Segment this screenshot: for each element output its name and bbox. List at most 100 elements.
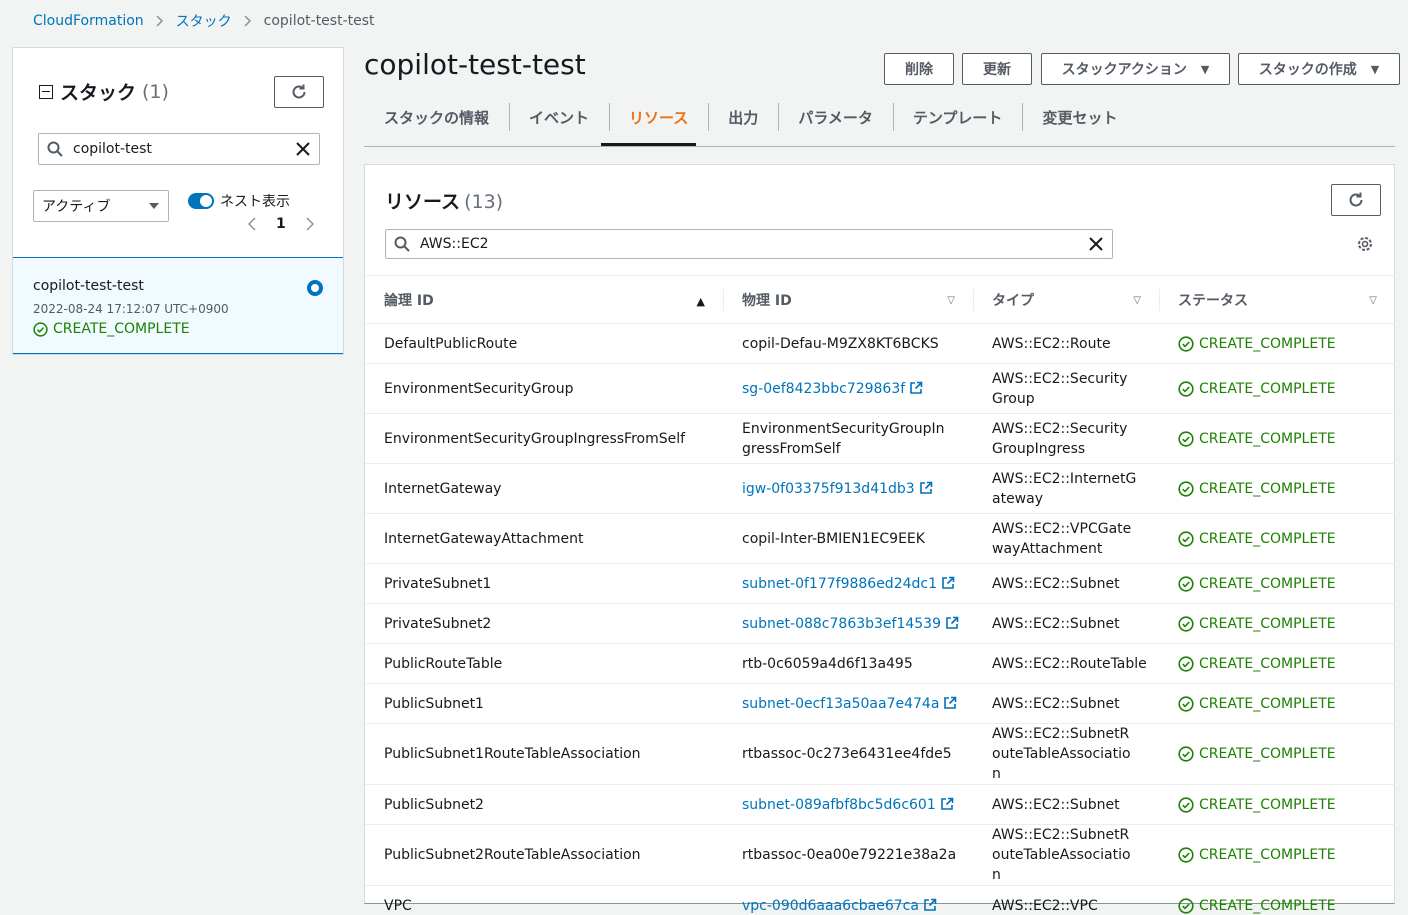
table-row[interactable]: PrivateSubnet1 subnet-0f177f9886ed24dc1 AW…	[365, 563, 1395, 604]
nested-view-toggle[interactable]	[188, 193, 214, 209]
type-text: AWS::EC2::VPCGatewayAttachment	[992, 520, 1132, 557]
physical-id-link[interactable]: subnet-088c7863b3ef14539	[742, 616, 941, 632]
cell-type: AWS::EC2::Subnet	[973, 784, 1159, 825]
update-button-label: 更新	[983, 62, 1011, 78]
tab-outputs[interactable]: 出力	[708, 101, 778, 133]
tab-change-sets[interactable]: 変更セット	[1022, 101, 1137, 133]
cell-logical-id: PrivateSubnet2	[365, 603, 723, 644]
table-row[interactable]: EnvironmentSecurityGroup sg-0ef8423bbc729…	[365, 363, 1395, 414]
collapse-icon[interactable]	[39, 84, 53, 99]
cell-physical-id[interactable]: subnet-0f177f9886ed24dc1	[723, 563, 973, 604]
cell-type: AWS::EC2::VPC	[973, 885, 1159, 915]
column-header-logical-id[interactable]: 論理 ID ▲	[365, 276, 723, 324]
stack-status-text: CREATE_COMPLETE	[53, 321, 190, 337]
cell-type: AWS::EC2::SecurityGroupIngress	[973, 413, 1159, 464]
type-text: AWS::EC2::VPC	[992, 897, 1098, 914]
physical-id-link[interactable]: subnet-089afbf8bc5d6c601	[742, 797, 936, 813]
table-row[interactable]: PublicRouteTable rtb-0c6059a4d6f13a495 AWS…	[365, 643, 1395, 684]
stack-select-radio[interactable]	[307, 280, 323, 296]
table-row[interactable]: PublicSubnet2RouteTableAssociation rtbass…	[365, 824, 1395, 886]
chevron-right-icon[interactable]	[306, 217, 314, 231]
table-row[interactable]: VPC vpc-090d6aaa6cbae67ca AWS::EC2::VPC CRE…	[365, 885, 1395, 915]
stacks-panel: スタック (1) copilot-test アクティブ ネスト表示 1 copi…	[12, 47, 344, 355]
stacks-refresh-button[interactable]	[274, 76, 324, 108]
physical-id-link[interactable]: igw-0f03375f913d41db3	[742, 481, 915, 497]
physical-id-link[interactable]: subnet-0ecf13a50aa7e474a	[742, 696, 939, 712]
external-link-icon	[940, 797, 954, 810]
cell-physical-id[interactable]: subnet-089afbf8bc5d6c601	[723, 784, 973, 825]
table-row[interactable]: DefaultPublicRoute copil-Defau-M9ZX8KT6BC…	[365, 323, 1395, 364]
external-link-icon	[946, 616, 959, 629]
external-link-icon	[942, 576, 955, 589]
cell-physical-id[interactable]: vpc-090d6aaa6cbae67ca	[723, 885, 973, 915]
column-header-status[interactable]: ステータス ▽	[1159, 276, 1395, 324]
physical-id-text: copil-Defau-M9ZX8KT6BCKS	[742, 335, 939, 352]
cell-logical-id: PublicSubnet1RouteTableAssociation	[365, 723, 723, 785]
chevron-left-icon[interactable]	[248, 217, 256, 231]
check-circle-icon	[1178, 847, 1194, 863]
cell-logical-id: PublicRouteTable	[365, 643, 723, 684]
physical-id-text: rtbassoc-0c273e6431ee4fde5	[742, 746, 952, 762]
stacks-search-input[interactable]: copilot-test	[38, 133, 320, 165]
cell-status: CREATE_COMPLETE	[1159, 723, 1395, 785]
stack-list-item[interactable]: copilot-test-test 2022-08-24 17:12:07 UT…	[13, 257, 343, 354]
breadcrumb-cloudformation-link[interactable]: CloudFormation	[33, 13, 144, 29]
table-row[interactable]: PublicSubnet2 subnet-089afbf8bc5d6c601 AWS…	[365, 784, 1395, 825]
cell-physical-id[interactable]: subnet-0ecf13a50aa7e474a	[723, 683, 973, 724]
cell-logical-id: VPC	[365, 885, 723, 915]
status-indicator: CREATE_COMPLETE	[1178, 429, 1395, 449]
tab-events[interactable]: イベント	[509, 101, 609, 133]
physical-id-link[interactable]: subnet-0f177f9886ed24dc1	[742, 576, 937, 592]
cell-logical-id: EnvironmentSecurityGroup	[365, 363, 723, 414]
status-indicator: CREATE_COMPLETE	[1178, 654, 1395, 674]
tab-template[interactable]: テンプレート	[892, 101, 1023, 133]
table-row[interactable]: InternetGateway igw-0f03375f913d41db3 AWS:…	[365, 463, 1395, 514]
tab-stack-info[interactable]: スタックの情報	[364, 101, 509, 133]
table-row[interactable]: PublicSubnet1 subnet-0ecf13a50aa7e474a AWS…	[365, 683, 1395, 724]
cell-physical-id[interactable]: sg-0ef8423bbc729863f	[723, 363, 973, 414]
physical-id-link[interactable]: vpc-090d6aaa6cbae67ca	[742, 898, 919, 914]
cell-physical-id[interactable]: subnet-088c7863b3ef14539	[723, 603, 973, 644]
tab-resources[interactable]: リソース	[609, 101, 708, 133]
stacks-pagination: 1	[248, 216, 314, 232]
logical-id-text: PublicSubnet2RouteTableAssociation	[384, 847, 641, 863]
cell-status: CREATE_COMPLETE	[1159, 323, 1395, 364]
create-stack-button[interactable]: スタックの作成 ▼	[1238, 53, 1400, 85]
refresh-icon	[292, 84, 306, 99]
caret-down-icon	[149, 203, 159, 209]
table-header-row: 論理 ID ▲ 物理 ID ▽ タイプ ▽ ステータス ▽	[365, 275, 1395, 324]
search-icon	[47, 141, 63, 157]
status-text: CREATE_COMPLETE	[1199, 480, 1336, 497]
close-icon[interactable]	[295, 141, 311, 157]
cell-status: CREATE_COMPLETE	[1159, 603, 1395, 644]
page-number[interactable]: 1	[276, 216, 286, 232]
check-circle-icon	[1178, 335, 1194, 352]
stack-actions-button[interactable]: スタックアクション ▼	[1041, 53, 1230, 85]
table-row[interactable]: EnvironmentSecurityGroupIngressFromSelf E…	[365, 413, 1395, 464]
breadcrumb: CloudFormation スタック copilot-test-test	[33, 11, 375, 31]
resources-search-input[interactable]: AWS::EC2	[385, 229, 1113, 259]
column-header-type[interactable]: タイプ ▽	[973, 276, 1159, 324]
active-tab-indicator	[601, 143, 696, 146]
check-circle-icon	[1178, 897, 1194, 914]
physical-id-link[interactable]: sg-0ef8423bbc729863f	[742, 381, 905, 397]
cell-physical-id[interactable]: igw-0f03375f913d41db3	[723, 463, 973, 514]
resources-refresh-button[interactable]	[1331, 184, 1381, 216]
cell-status: CREATE_COMPLETE	[1159, 885, 1395, 915]
close-icon[interactable]	[1088, 236, 1104, 252]
gear-icon[interactable]	[1356, 235, 1374, 253]
resources-table: 論理 ID ▲ 物理 ID ▽ タイプ ▽ ステータス ▽ DefaultPublicR…	[365, 275, 1395, 915]
cell-status: CREATE_COMPLETE	[1159, 513, 1395, 564]
tab-parameters[interactable]: パラメータ	[778, 101, 893, 133]
update-button[interactable]: 更新	[962, 53, 1032, 85]
table-row[interactable]: PrivateSubnet2 subnet-088c7863b3ef14539 AW…	[365, 603, 1395, 644]
status-text: CREATE_COMPLETE	[1199, 530, 1336, 547]
stack-status-filter-select[interactable]: アクティブ	[33, 190, 169, 222]
table-row[interactable]: InternetGatewayAttachment copil-Inter-BMI…	[365, 513, 1395, 564]
resources-count: (13)	[464, 191, 504, 213]
delete-button[interactable]: 削除	[884, 53, 954, 85]
table-row[interactable]: PublicSubnet1RouteTableAssociation rtbass…	[365, 723, 1395, 785]
logical-id-text: PublicSubnet2	[384, 796, 484, 813]
breadcrumb-stacks-link[interactable]: スタック	[176, 11, 232, 31]
column-header-physical-id[interactable]: 物理 ID ▽	[723, 276, 973, 324]
